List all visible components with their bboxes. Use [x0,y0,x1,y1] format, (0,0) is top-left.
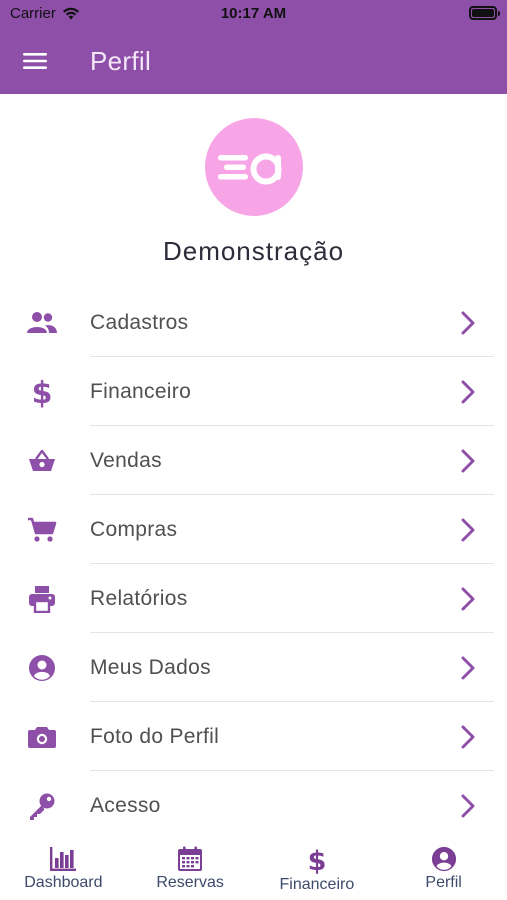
avatar [204,118,303,216]
menu-item-cadastros[interactable]: Cadastros [0,288,507,357]
tab-label: Financeiro [279,876,355,893]
ea-logo-icon [217,153,281,185]
chevron-right-icon [461,794,475,817]
chevron-right-icon [461,518,475,541]
people-icon [27,311,57,333]
basket-icon [29,449,55,471]
menu-button[interactable] [0,28,90,94]
hamburger-icon [23,53,47,69]
battery-icon [469,6,500,20]
status-bar: Carrier 10:17 AM [0,0,507,28]
menu-item-label: Vendas [90,448,162,472]
tab-dashboard[interactable]: Dashboard [0,836,127,900]
clock: 10:17 AM [220,5,287,22]
chevron-right-icon [461,449,475,472]
key-icon [30,793,55,820]
menu-item-acesso[interactable]: Acesso [0,771,507,840]
user-circle-icon [431,846,456,872]
user-circle-icon [29,654,55,681]
bar-chart-icon [50,847,77,871]
menu-item-label: Acesso [90,793,161,817]
chevron-right-icon [461,656,475,679]
menu-item-foto-do-perfil[interactable]: Foto do Perfil [0,702,507,771]
menu-item-label: Relatórios [90,586,188,610]
menu-item-compras[interactable]: Compras [0,495,507,564]
tab-financeiro[interactable]: $ Financeiro [254,836,381,900]
chevron-right-icon [461,311,475,334]
calendar-icon [178,846,203,871]
page-title: Perfil [90,45,152,76]
svg-text:$: $ [32,376,53,408]
dollar-icon: $ [307,846,326,874]
profile-menu: Cadastros $ Financeiro Vendas Compras Re… [0,288,507,840]
menu-item-vendas[interactable]: Vendas [0,426,507,495]
menu-item-label: Compras [90,517,178,541]
cart-icon [28,517,57,542]
tab-label: Perfil [425,874,462,891]
menu-item-label: Foto do Perfil [90,724,220,748]
tab-reservas[interactable]: Reservas [127,836,254,900]
dollar-icon: $ [32,376,53,408]
top-bar: Carrier 10:17 AM Perfil [0,0,507,94]
camera-icon [28,726,56,748]
tab-label: Dashboard [24,874,103,891]
tab-perfil[interactable]: Perfil [380,836,507,900]
menu-item-relatorios[interactable]: Relatórios [0,564,507,633]
profile-section: Demonstração [0,118,507,267]
tab-label: Reservas [156,874,224,891]
chevron-right-icon [461,587,475,610]
menu-item-meus-dados[interactable]: Meus Dados [0,633,507,702]
svg-text:$: $ [307,846,326,874]
menu-item-label: Meus Dados [90,655,211,679]
menu-item-label: Cadastros [90,310,189,334]
profile-name: Demonstração [162,236,345,266]
app-header: Perfil [0,28,507,94]
printer-icon [29,585,55,613]
chevron-right-icon [461,380,475,403]
menu-item-financeiro[interactable]: $ Financeiro [0,357,507,426]
tab-bar: Dashboard Reservas $ Financeiro Perfil [0,836,507,900]
chevron-right-icon [461,725,475,748]
menu-item-label: Financeiro [90,379,192,403]
